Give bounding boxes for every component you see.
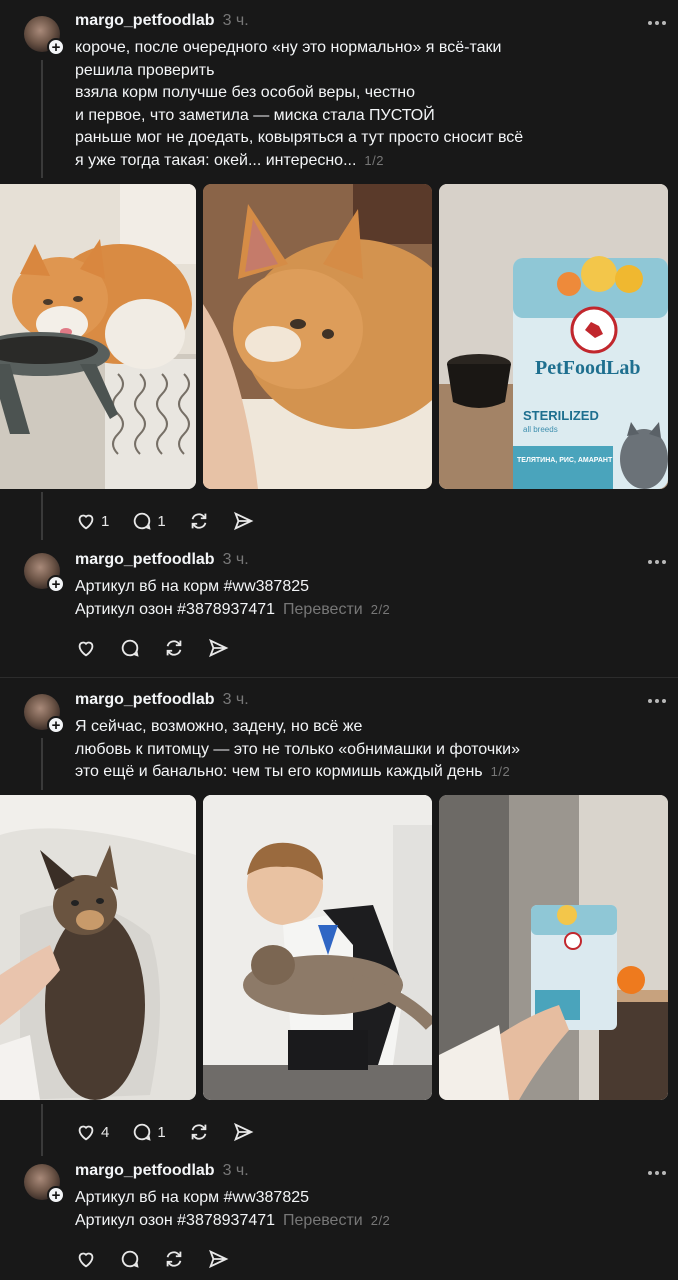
- follow-plus-icon[interactable]: +: [47, 716, 65, 734]
- post-1: + margo_petfoodlab 3 ч. короче, после оч…: [0, 0, 678, 545]
- follow-plus-icon[interactable]: +: [47, 38, 65, 56]
- like-count: 4: [101, 1123, 110, 1141]
- comment-icon: [134, 512, 151, 530]
- photo-food-bag[interactable]: PetFoodLab STERILIZED all breeds ТЕЛЯТИН…: [439, 184, 668, 489]
- like-button[interactable]: [75, 637, 97, 659]
- send-icon: [209, 1249, 229, 1269]
- post-text-line: решила проверить: [75, 61, 215, 79]
- post-text-line: я уже тогда такая: окей... интересно...: [75, 151, 357, 169]
- repost-button[interactable]: [163, 1248, 185, 1270]
- post-text-line: короче, после очередного «ну это нормаль…: [75, 39, 502, 56]
- post-4: + margo_petfoodlab 3 ч. Артикул вб на ко…: [0, 1156, 678, 1280]
- heart-icon: [78, 1252, 94, 1268]
- username[interactable]: margo_petfoodlab: [75, 12, 215, 30]
- post-text-line: Я сейчас, возможно, задену, но всё же: [75, 718, 363, 735]
- heart-icon: [78, 641, 94, 657]
- thread-pager: 1/2: [364, 152, 384, 168]
- post-text-line: Артикул вб на корм #ww387825: [75, 578, 310, 595]
- repost-icon: [166, 1251, 182, 1267]
- avatar[interactable]: +: [24, 694, 65, 734]
- repost-icon: [166, 640, 182, 656]
- repost-button[interactable]: [163, 637, 185, 659]
- post-text-line: Артикул вб на корм #ww387825: [75, 1189, 310, 1206]
- heart-icon: [78, 514, 94, 530]
- post-text: короче, после очередного «ну это нормаль…: [75, 37, 662, 172]
- photo-gallery[interactable]: [0, 795, 678, 1100]
- username[interactable]: margo_petfoodlab: [75, 551, 215, 569]
- photo-kitten-closeup[interactable]: [203, 184, 432, 489]
- post-text-line: Артикул озон #3878937471: [75, 1211, 276, 1229]
- avatar[interactable]: +: [24, 1164, 65, 1204]
- post-time: 3 ч.: [222, 551, 249, 568]
- share-button[interactable]: [232, 1121, 254, 1143]
- heart-icon: [78, 1125, 94, 1141]
- follow-plus-icon[interactable]: +: [47, 1186, 65, 1204]
- username[interactable]: margo_petfoodlab: [75, 691, 215, 709]
- bag-line-text: STERILIZED: [523, 408, 599, 423]
- photo-hand-with-bag[interactable]: [439, 795, 668, 1100]
- send-icon: [233, 511, 254, 531]
- like-count: 1: [101, 512, 110, 530]
- repost-icon: [191, 1124, 207, 1140]
- like-button[interactable]: [75, 1248, 97, 1270]
- comment-button[interactable]: [119, 637, 141, 659]
- post-text-line: любовь к питомцу — это не только «обнима…: [75, 740, 521, 758]
- thread-pager: 1/2: [490, 764, 511, 779]
- comment-icon: [121, 1250, 139, 1268]
- comment-button[interactable]: 1: [131, 510, 166, 532]
- photo-cat-eating[interactable]: [0, 184, 196, 489]
- bag-flavor-text: ТЕЛЯТИНА, РИС, АМАРАНТ: [517, 457, 613, 464]
- post-time: 3 ч.: [222, 12, 249, 29]
- comment-count: 1: [157, 1123, 166, 1141]
- translate-link[interactable]: Перевести: [283, 601, 363, 618]
- post-actions: [75, 1248, 251, 1270]
- post-text-line: Артикул озон #3878937471: [75, 600, 276, 618]
- translate-link[interactable]: Перевести: [283, 1212, 363, 1229]
- thread-pager: 2/2: [370, 601, 391, 617]
- send-icon: [209, 638, 229, 658]
- thread-line: [41, 1104, 43, 1156]
- post-actions: [75, 637, 251, 659]
- post-2: + margo_petfoodlab 3 ч. Артикул вб на ко…: [0, 545, 678, 677]
- comment-button[interactable]: [119, 1248, 141, 1270]
- thread-line: [41, 738, 43, 790]
- follow-plus-icon[interactable]: +: [47, 575, 65, 593]
- username[interactable]: margo_petfoodlab: [75, 1162, 215, 1180]
- repost-icon: [191, 513, 207, 529]
- comment-icon: [121, 639, 139, 657]
- thread-line: [41, 60, 43, 178]
- thread-line: [41, 492, 43, 540]
- comment-count: 1: [157, 512, 166, 530]
- post-text-line: раньше мог не доедать, ковыряться а тут …: [75, 129, 524, 146]
- photo-kitten-on-bed[interactable]: [0, 795, 196, 1100]
- bag-brand-text: PetFoodLab: [535, 357, 641, 379]
- post-text-line: это ещё и банально: чем ты его кормишь к…: [75, 763, 483, 780]
- like-button[interactable]: 1: [75, 510, 109, 532]
- share-button[interactable]: [232, 510, 254, 532]
- repost-button[interactable]: [188, 510, 210, 532]
- photo-gallery[interactable]: PetFoodLab STERILIZED all breeds ТЕЛЯТИН…: [0, 184, 678, 489]
- like-button[interactable]: 4: [75, 1121, 109, 1143]
- photo-boy-with-cat[interactable]: [203, 795, 432, 1100]
- bag-sub-text: all breeds: [523, 425, 558, 434]
- thread-pager: 2/2: [370, 1212, 391, 1228]
- comment-icon: [134, 1123, 151, 1141]
- avatar[interactable]: +: [24, 553, 65, 593]
- repost-button[interactable]: [188, 1121, 210, 1143]
- post-time: 3 ч.: [222, 1162, 249, 1179]
- share-button[interactable]: [207, 637, 229, 659]
- post-text-line: взяла корм получше без особой веры, чест…: [75, 84, 416, 101]
- post-text-line: и первое, что заметила — миска стала ПУС…: [75, 106, 435, 124]
- comment-button[interactable]: 1: [131, 1121, 166, 1143]
- share-button[interactable]: [207, 1248, 229, 1270]
- send-icon: [233, 1122, 254, 1142]
- post-actions: 1 1: [75, 510, 276, 532]
- avatar[interactable]: +: [24, 16, 65, 56]
- post-3: + margo_petfoodlab 3 ч. Я сейчас, возмож…: [0, 678, 678, 1156]
- post-actions: 4 1: [75, 1121, 276, 1143]
- post-time: 3 ч.: [222, 691, 249, 708]
